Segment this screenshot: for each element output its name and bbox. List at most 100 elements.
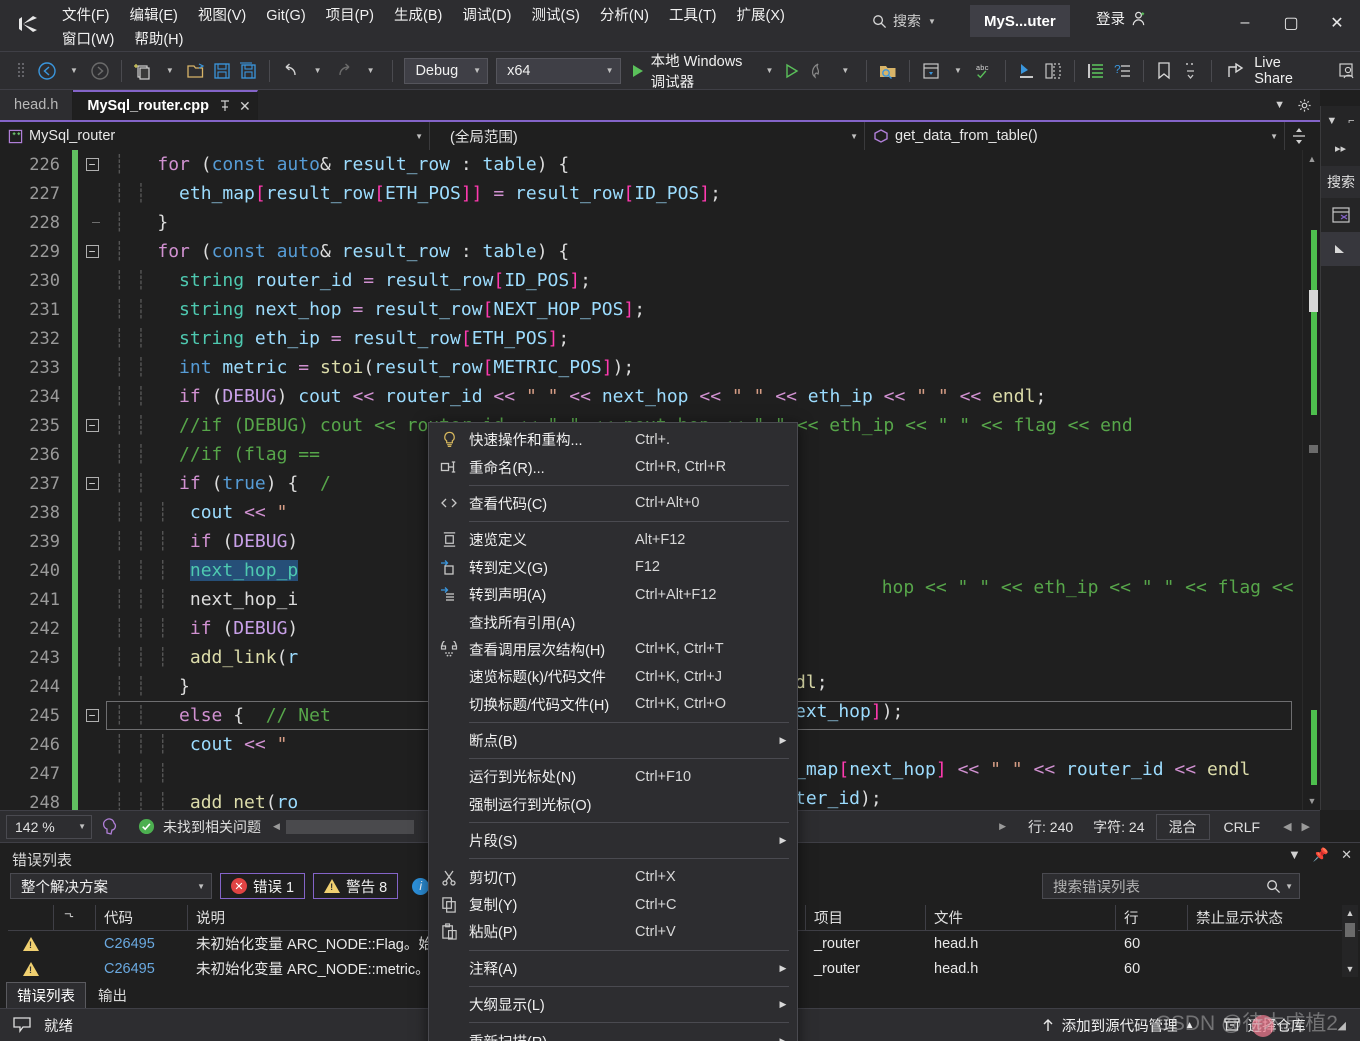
save-icon[interactable] xyxy=(209,57,235,85)
column-icon[interactable] xyxy=(54,904,96,931)
fold-glyph[interactable]: − xyxy=(78,158,106,171)
tab-list-chevron-icon[interactable]: ▼ xyxy=(1274,99,1285,111)
context-menu-item-go-to-definition[interactable]: 转到定义(G) F12 xyxy=(429,554,797,581)
row-code[interactable]: C26495 xyxy=(96,956,188,981)
close-button[interactable]: ✕ xyxy=(1314,0,1360,46)
start-debugging-button[interactable]: 本地 Windows 调试器 ▼ xyxy=(625,54,780,91)
panel-tab-output[interactable]: 输出 xyxy=(88,983,137,1008)
tab-head-h[interactable]: head.h xyxy=(0,90,74,120)
pin-tab-icon[interactable] xyxy=(219,99,231,113)
context-menu-item-run-to-cursor[interactable]: 运行到光标处(N) Ctrl+F10 xyxy=(429,763,797,790)
collapse-icon[interactable] xyxy=(1321,232,1360,266)
chevron-down-icon[interactable]: ▼ xyxy=(1326,115,1337,127)
scrollbar-thumb[interactable] xyxy=(1345,923,1355,937)
context-menu-item-rename[interactable]: 重命名(R)... Ctrl+R, Ctrl+R xyxy=(429,453,797,480)
menu-git[interactable]: Git(G) xyxy=(256,3,315,29)
context-menu-item-peek-header[interactable]: 速览标题(k)/代码文件 Ctrl+K, Ctrl+J xyxy=(429,663,797,690)
column-line[interactable]: 行 xyxy=(1116,904,1188,931)
hscroll-left-icon[interactable]: ◀ xyxy=(267,821,286,832)
scroll-up-icon[interactable]: ▲ xyxy=(1342,905,1358,921)
zoom-level-combo[interactable]: 142 % ▼ xyxy=(6,814,92,839)
bookmark-icon[interactable] xyxy=(1151,57,1177,85)
fold-glyph[interactable]: − xyxy=(78,245,106,258)
context-menu-item-find-all-references[interactable]: 查找所有引用(A) xyxy=(429,608,797,635)
comment-icon[interactable]: ? xyxy=(1109,57,1135,85)
column-project[interactable]: 项目 xyxy=(806,904,926,931)
menu-analyze[interactable]: 分析(N) xyxy=(590,3,659,29)
sign-in-button[interactable]: 登录 xyxy=(1096,8,1147,29)
close-tab-icon[interactable]: ✕ xyxy=(239,98,251,115)
navigate-back-dropdown-icon[interactable]: ▼ xyxy=(61,57,87,85)
gear-icon[interactable] xyxy=(1297,98,1312,113)
navbar-scope-dropdown[interactable]: (全局范围) ▼ xyxy=(430,122,865,150)
menu-edit[interactable]: 编辑(E) xyxy=(120,3,188,29)
toolbar-grip[interactable] xyxy=(8,57,34,85)
context-menu-item-view-code[interactable]: 查看代码(C) Ctrl+Alt+0 xyxy=(429,490,797,517)
panel-menu-chevron-icon[interactable]: ▼ xyxy=(1288,847,1301,863)
context-menu-item-comment[interactable]: 注释(A) ▶ xyxy=(429,955,797,982)
context-menu-item-breakpoint[interactable]: 断点(B) ▶ xyxy=(429,727,797,754)
solution-explorer-icon[interactable] xyxy=(1321,198,1360,232)
format-document-icon[interactable] xyxy=(1083,57,1109,85)
tab-mysql-router-cpp[interactable]: MySql_router.cpp ✕ xyxy=(73,90,258,120)
live-share-button[interactable]: Live Share xyxy=(1220,55,1312,87)
insert-mode-label[interactable]: 混合 xyxy=(1155,813,1210,840)
navigate-forward-icon[interactable] xyxy=(87,57,113,85)
navigate-back-icon[interactable] xyxy=(34,57,60,85)
navbar-project-dropdown[interactable]: MySql_router ▼ xyxy=(0,122,430,150)
context-menu-item-rescan[interactable]: 重新扫描(R) ▶ xyxy=(429,1027,797,1041)
minimize-button[interactable]: – xyxy=(1222,0,1268,46)
hot-reload-dropdown-icon[interactable]: ▼ xyxy=(832,57,858,85)
redo-icon[interactable] xyxy=(331,57,357,85)
step-into-icon[interactable] xyxy=(1014,57,1040,85)
hscroll-thumb[interactable] xyxy=(285,819,414,834)
editor-vertical-scrollbar[interactable]: ▲ ▼ xyxy=(1302,150,1320,810)
undo-dropdown-icon[interactable]: ▼ xyxy=(305,57,331,85)
solution-explorer-search-icon[interactable] xyxy=(875,57,901,85)
scroll-up-icon[interactable]: ▲ xyxy=(1303,150,1320,168)
fold-glyph[interactable]: − xyxy=(78,709,106,722)
compare-files-icon[interactable] xyxy=(1040,57,1066,85)
warning-count-toggle[interactable]: 警告 8 xyxy=(313,873,399,899)
error-list-search-box[interactable]: 搜索错误列表 ▼ xyxy=(1042,873,1300,899)
expand-icon[interactable]: ▸▸ xyxy=(1321,136,1360,160)
new-project-dropdown-icon[interactable]: ▼ xyxy=(157,57,183,85)
window-layout-icon[interactable] xyxy=(918,57,944,85)
menu-window[interactable]: 窗口(W) xyxy=(52,27,124,53)
global-search[interactable]: 搜索 ▼ xyxy=(872,8,936,34)
pin-panel-icon[interactable]: 📌 xyxy=(1313,847,1329,863)
message-count-toggle[interactable]: i xyxy=(406,877,430,895)
error-scope-combo[interactable]: 整个解决方案 ▼ xyxy=(10,873,212,899)
menu-file[interactable]: 文件(F) xyxy=(52,3,120,29)
column-file[interactable]: 文件 xyxy=(926,904,1116,931)
error-list-scrollbar[interactable]: ▲ ▼ xyxy=(1342,905,1358,977)
menu-tools[interactable]: 工具(T) xyxy=(659,3,727,29)
context-menu-item-paste[interactable]: 粘贴(P) Ctrl+V xyxy=(429,918,797,945)
column-severity[interactable] xyxy=(8,904,54,931)
undo-icon[interactable] xyxy=(278,57,304,85)
dock-icon[interactable]: ⌐ xyxy=(1348,115,1354,127)
context-menu-item-copy[interactable]: 复制(Y) Ctrl+C xyxy=(429,891,797,918)
fold-glyph[interactable]: − xyxy=(78,477,106,490)
menu-build[interactable]: 生成(B) xyxy=(384,3,452,29)
solution-config-combo[interactable]: Debug ▼ xyxy=(404,57,489,84)
resize-grip-icon[interactable]: ◢ xyxy=(1338,1019,1346,1032)
redo-dropdown-icon[interactable]: ▼ xyxy=(358,57,384,85)
close-panel-icon[interactable]: ✕ xyxy=(1341,847,1352,863)
column-code[interactable]: 代码 xyxy=(96,904,188,931)
menu-debug[interactable]: 调试(D) xyxy=(452,3,521,29)
context-menu-item-peek-definition[interactable]: 速览定义 Alt+F12 xyxy=(429,526,797,553)
intellicode-icon[interactable] xyxy=(100,817,120,837)
hot-reload-icon[interactable] xyxy=(805,57,831,85)
panel-tab-error-list[interactable]: 错误列表 xyxy=(6,981,86,1009)
context-menu-item-force-run-to-cursor[interactable]: 强制运行到光标(O) xyxy=(429,791,797,818)
spellcheck-icon[interactable]: abc xyxy=(971,57,997,85)
navbar-member-dropdown[interactable]: get_data_from_table() ▼ xyxy=(865,122,1285,150)
context-menu-item-outlining[interactable]: 大纲显示(L) ▶ xyxy=(429,991,797,1018)
hscroll-right-icon[interactable]: ▶ xyxy=(993,821,1012,832)
feedback-icon[interactable] xyxy=(1334,57,1360,85)
split-view-button[interactable] xyxy=(1285,122,1313,150)
editor-context-menu[interactable]: 快速操作和重构... Ctrl+. 重命名(R)... Ctrl+R, Ctrl… xyxy=(428,422,798,1041)
context-menu-item-snippet[interactable]: 片段(S) ▶ xyxy=(429,827,797,854)
doc-nav-right-icon[interactable]: ▶ xyxy=(1302,820,1310,833)
